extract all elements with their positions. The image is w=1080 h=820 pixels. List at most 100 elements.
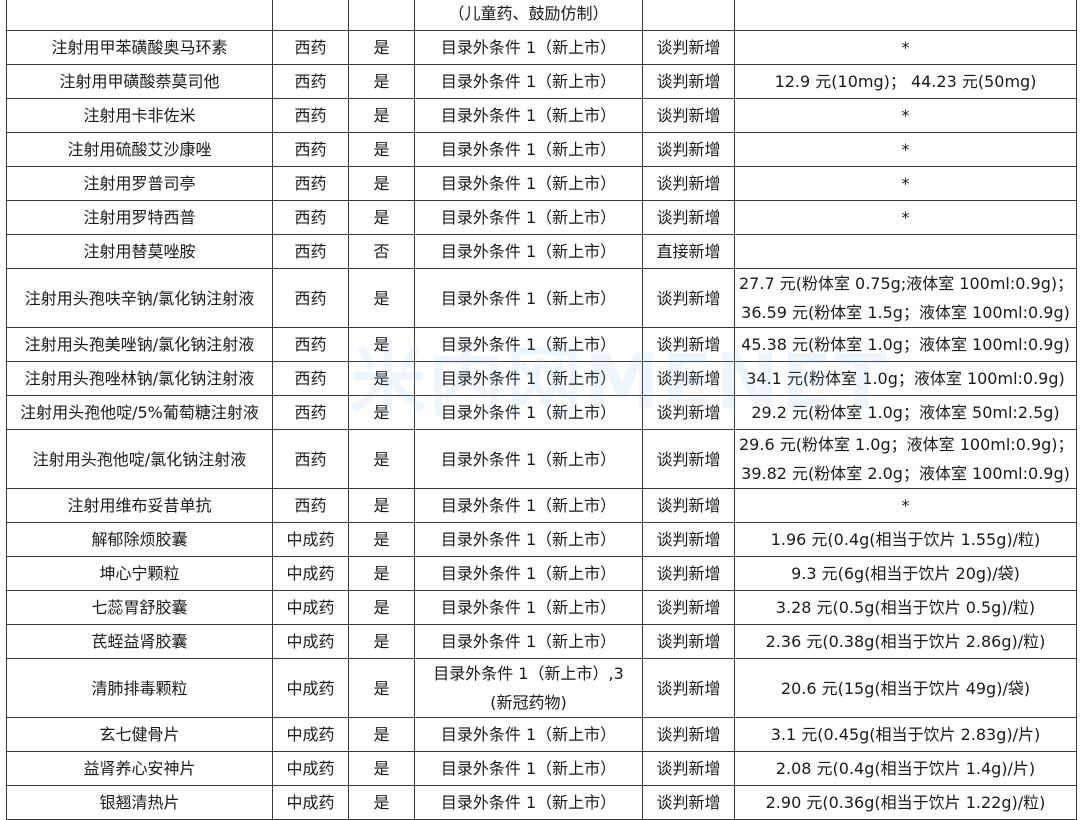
category-cell: 目录外条件 1（新上市） [414, 361, 643, 396]
drug-list-table: （儿童药、鼓励仿制） 注射用甲苯磺酸奥马环素 西药是目录外条件 1（新上市） 谈判新增… [6, 0, 1077, 820]
category-cell: 目录外条件 1（新上市） [414, 751, 643, 786]
drug-name-cell: 注射用替莫唑胺 [6, 234, 273, 269]
drug-name-cell-text: 注射用头孢呋辛钠/氯化钠注射液 [24, 288, 255, 308]
price-cell-text: 9.3 元(6g(相当于饮片 20g)/袋) [791, 564, 1020, 583]
price-cell-text: 3.28 元(0.5g(相当于饮片 0.5g)/粒) [775, 598, 1036, 617]
drug-type-cell-text: 中成药 [286, 530, 335, 549]
flag-cell-text: 是 [373, 449, 390, 469]
price-cell: 45.38 元(粉体室 1.0g；液体室 100ml:0.9g) [734, 327, 1077, 362]
drug-name-cell: 注射用硫酸艾沙康唑 [6, 132, 273, 167]
method-cell: 谈判新增 [642, 717, 735, 752]
drug-type-cell-text: 中成药 [286, 598, 335, 617]
method-cell-text: 谈判新增 [656, 335, 721, 354]
drug-type-cell: 中成药 [272, 522, 349, 557]
drug-name-cell: 益肾养心安神片 [6, 751, 273, 786]
flag-cell: 是 [348, 395, 415, 430]
price-cell-text: 1.96 元(0.4g(相当于饮片 1.55g)/粒) [770, 530, 1041, 549]
drug-type-cell: 西药 [272, 429, 349, 489]
flag-cell: 是 [348, 658, 415, 718]
method-cell-text: 谈判新增 [656, 449, 721, 469]
table-row: 解郁除烦胶囊 中成药 是 目录外条件 1（新上市） 谈判新增 1.96 元(0.4g(相当… [6, 522, 1077, 557]
category-cell-text: 目录外条件 1（新上市） [440, 725, 617, 744]
method-cell: 谈判新增 [642, 166, 735, 201]
table-row: 注射用替莫唑胺 西药 否 目录外条件 1（新上市） 直接新增 [6, 234, 1077, 269]
method-cell: 谈判新增 [642, 132, 735, 167]
drug-name-cell-text: 银翘清热片 [99, 793, 180, 812]
method-cell: 谈判新增 [642, 200, 735, 235]
price-cell: 34.1 元(粉体室 1.0g；液体室 100ml:0.9g) [734, 361, 1077, 396]
price-cell-text: 12.9 元(10mg)； 44.23 元(50mg) [774, 72, 1037, 91]
method-cell: 谈判新增 [642, 522, 735, 557]
category-cell: 目录外条件 1（新上市） [414, 234, 643, 269]
flag-cell: 是 [348, 327, 415, 362]
price-cell: 2.08 元(0.4g(相当于饮片 1.4g)/片) [734, 751, 1077, 786]
method-cell-text: 谈判新增 [656, 496, 721, 515]
drug-type-cell-text: 西药 [294, 403, 327, 422]
category-cell: 目录外条件 1（新上市） [414, 717, 643, 752]
drug-name-cell-text: 注射用头孢他啶/5%葡萄糖注射液 [20, 403, 259, 422]
table-row: 注射用罗特西普 西药 是 目录外条件 1（新上市） 谈判新增 * [6, 200, 1077, 235]
table-row: 银翘清热片 中成药 是 目录外条件 1（新上市） 谈判新增 2.90 元(0.36g(相当… [6, 785, 1077, 820]
category-cell: 目录外条件 1（新上市） [414, 395, 643, 430]
flag-cell: 是 [348, 429, 415, 489]
flag-cell: 否 [348, 234, 415, 269]
drug-type-cell-text: 西药 [294, 208, 327, 227]
category-cell-text: 目录外条件 1（新上市） [440, 403, 617, 422]
drug-name-cell-text: 注射用维布妥昔单抗 [67, 496, 212, 515]
category-cell: （儿童药、鼓励仿制） [414, 0, 643, 31]
method-cell: 谈判新增 [642, 429, 735, 489]
drug-type-cell-text: 西药 [294, 288, 327, 308]
drug-type-cell-text: 西药 [294, 106, 327, 125]
method-cell: 谈判新增 [642, 30, 735, 65]
drug-type-cell: 中成药 [272, 717, 349, 752]
category-cell: 目录外条件 1（新上市） [414, 132, 643, 167]
drug-name-cell: 注射用卡非佐米 [6, 98, 273, 133]
category-cell-text: 目录外条件 1（新上市） [440, 369, 617, 388]
price-cell: * [734, 30, 1077, 65]
category-cell-text: 目录外条件 1（新上市） [440, 174, 617, 193]
price-cell-text: * [901, 208, 910, 227]
drug-name-cell: 银翘清热片 [6, 785, 273, 820]
drug-name-cell: 注射用维布妥昔单抗 [6, 488, 273, 523]
price-cell: * [734, 200, 1077, 235]
drug-type-cell: 西药 [272, 268, 349, 328]
method-cell-text: 谈判新增 [656, 632, 721, 651]
category-cell-text: 目录外条件 1（新上市） [440, 106, 617, 125]
drug-name-cell: 七蕊胃舒胶囊 [6, 590, 273, 625]
method-cell: 谈判新增 [642, 327, 735, 362]
drug-name-cell-text: 清肺排毒颗粒 [91, 678, 188, 698]
flag-cell: 是 [348, 751, 415, 786]
flag-cell-text: 是 [373, 759, 390, 778]
flag-cell-text: 是 [373, 335, 390, 354]
drug-name-cell: 注射用罗普司亭 [6, 166, 273, 201]
method-cell: 谈判新增 [642, 556, 735, 591]
category-cell: 目录外条件 1（新上市） [414, 98, 643, 133]
method-cell: 谈判新增 [642, 751, 735, 786]
category-cell: 目录外条件 1（新上市） [414, 488, 643, 523]
category-cell: 目录外条件 1（新上市） [414, 522, 643, 557]
flag-cell: 是 [348, 556, 415, 591]
table-row: 注射用卡非佐米 西药 是 目录外条件 1（新上市） 谈判新增 * [6, 98, 1077, 133]
flag-cell: 是 [348, 64, 415, 99]
flag-cell-text: 否 [373, 242, 390, 261]
price-cell-text-line2: 36.59 元(粉体室 1.5g；液体室 100ml:0.9g) [741, 303, 1070, 322]
category-cell: 目录外条件 1（新上市） [414, 590, 643, 625]
drug-name-cell-text: 注射用硫酸艾沙康唑 [67, 140, 212, 159]
price-cell-text: 3.1 元(0.45g(相当于饮片 2.83g)/片) [770, 725, 1041, 744]
method-cell-text: 谈判新增 [656, 38, 721, 57]
flag-cell: 是 [348, 590, 415, 625]
table-row: 玄七健骨片 中成药 是 目录外条件 1（新上市） 谈判新增 3.1 元(0.45g(相当于… [6, 717, 1077, 752]
category-cell-text: 目录外条件 1（新上市） [440, 759, 617, 778]
drug-name-cell: 清肺排毒颗粒 [6, 658, 273, 718]
drug-type-cell: 中成药 [272, 556, 349, 591]
price-cell: 3.1 元(0.45g(相当于饮片 2.83g)/片) [734, 717, 1077, 752]
category-cell: 目录外条件 1（新上市） [414, 327, 643, 362]
method-cell-text: 谈判新增 [656, 208, 721, 227]
price-cell-text-line2: 39.82 元(粉体室 2.0g；液体室 100ml:0.9g) [741, 464, 1070, 483]
price-cell-text: 27.7 元(粉体室 0.75g;液体室 100ml:0.9g)； [739, 274, 1074, 293]
method-cell: 谈判新增 [642, 64, 735, 99]
drug-type-cell-text: 西药 [294, 72, 327, 91]
price-cell: 3.28 元(0.5g(相当于饮片 0.5g)/粒) [734, 590, 1077, 625]
flag-cell-text: 是 [373, 678, 390, 698]
drug-name-cell-text: 芪蛭益肾胶囊 [91, 632, 188, 651]
